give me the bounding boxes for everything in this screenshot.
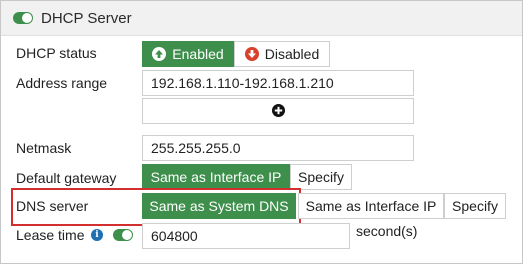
add-range-row (142, 98, 414, 124)
default-gateway-label: Default gateway (16, 170, 117, 186)
dns-same-as-system-button[interactable]: Same as System DNS (142, 193, 296, 219)
disabled-button[interactable]: Disabled (234, 41, 330, 67)
lease-time-toggle[interactable] (113, 229, 133, 241)
disabled-label: Disabled (264, 46, 320, 62)
add-range-button[interactable] (272, 104, 285, 117)
dns-same-as-interface-button[interactable]: Same as Interface IP (298, 193, 444, 219)
panel-header: DHCP Server (1, 1, 522, 36)
dns-specify-button[interactable]: Specify (444, 193, 506, 219)
lease-time-label: Lease time (16, 227, 85, 243)
lease-time-unit: second(s) (356, 223, 418, 239)
panel-title: DHCP Server (41, 10, 132, 27)
dns-server-label: DNS server (16, 198, 89, 214)
gateway-same-as-interface-button[interactable]: Same as Interface IP (142, 164, 290, 190)
dhcp-status-label: DHCP status (16, 45, 97, 61)
dhcp-server-panel: DHCP Server DHCP status Enabled Disabled… (0, 0, 523, 264)
arrow-up-icon (152, 47, 167, 61)
address-range-label: Address range (16, 75, 108, 91)
lease-time-input[interactable]: 604800 (142, 223, 350, 249)
dhcp-server-toggle[interactable] (13, 12, 33, 24)
info-icon[interactable]: i (91, 229, 103, 241)
netmask-input[interactable]: 255.255.255.0 (142, 135, 414, 161)
arrow-down-icon (244, 47, 259, 61)
enabled-label: Enabled (172, 46, 224, 62)
enabled-button[interactable]: Enabled (142, 41, 234, 67)
gateway-specify-button[interactable]: Specify (290, 164, 352, 190)
netmask-label: Netmask (16, 140, 72, 156)
address-range-input[interactable]: 192.168.1.110-192.168.1.210 (142, 70, 414, 96)
plus-icon (274, 106, 283, 115)
